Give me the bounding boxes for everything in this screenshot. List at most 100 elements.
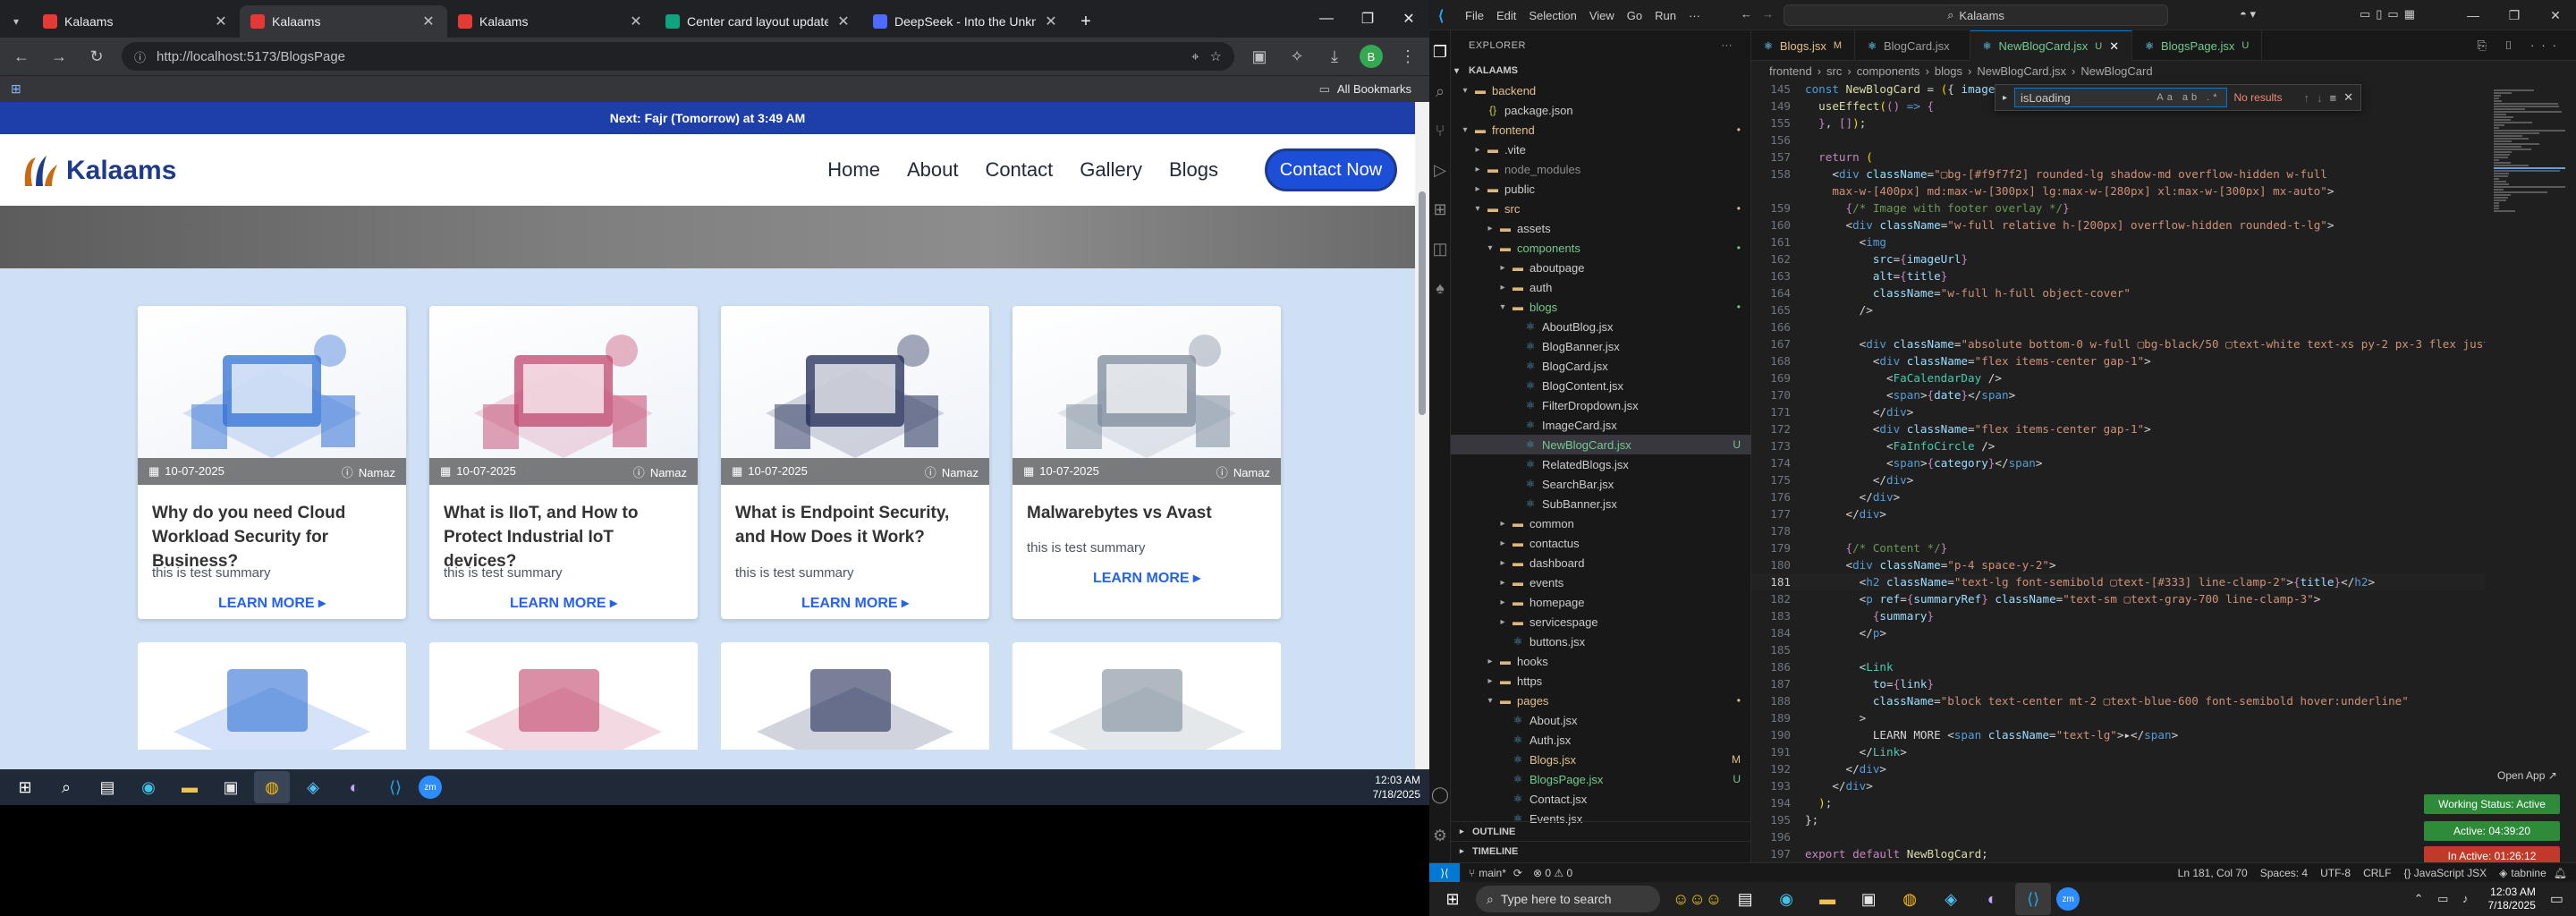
notification-center-icon[interactable]: ▭: [2550, 890, 2563, 908]
code-editor[interactable]: 145const NewBlogCard = ({ imageUrl, titl…: [1751, 81, 2485, 862]
explorer-item[interactable]: ⚛ AboutBlog.jsx: [1451, 317, 1751, 336]
system-tray-icons[interactable]: ⌃ ▭ ♪: [2414, 892, 2474, 906]
location-icon[interactable]: ⌖: [1191, 49, 1199, 64]
file-explorer-icon[interactable]: ▬: [172, 771, 208, 803]
site-info-icon[interactable]: ⓘ: [134, 48, 146, 65]
file-explorer-icon[interactable]: ▬: [1809, 883, 1845, 915]
task-view-icon[interactable]: ▤: [1727, 883, 1763, 915]
chevron-right-icon[interactable]: ▸: [2003, 93, 2007, 103]
accounts-icon[interactable]: ◯: [1429, 784, 1451, 805]
windows-start-icon[interactable]: ⊞: [7, 771, 43, 803]
sync-icon[interactable]: ⟳: [1513, 867, 1522, 879]
find-in-selection-icon[interactable]: ≡: [2330, 91, 2337, 105]
explorer-item[interactable]: ▸ ▬ aboutpage: [1451, 258, 1751, 277]
run-debug-icon[interactable]: ▷: [1429, 159, 1451, 181]
learn-more-link[interactable]: LEARN MORE ▸: [1013, 569, 1281, 587]
nav-blogs[interactable]: Blogs: [1169, 158, 1218, 182]
explorer-item[interactable]: ▾ ▬ src •: [1451, 199, 1751, 218]
taskbar-search-box[interactable]: ⌕ Type here to search: [1476, 886, 1660, 912]
outline-section[interactable]: ▸ OUTLINE: [1451, 821, 1751, 841]
explorer-item[interactable]: ▸ ▬ .vite: [1451, 140, 1751, 159]
breadcrumb-item[interactable]: NewBlogCard: [2080, 64, 2152, 78]
maximize-icon[interactable]: ❐: [2494, 0, 2535, 30]
explorer-item[interactable]: ▸ ▬ hooks: [1451, 651, 1751, 671]
minimap[interactable]: [2490, 81, 2571, 862]
task-view-icon[interactable]: ▤: [89, 771, 125, 803]
copilot-icon[interactable]: ◓ ▾: [2240, 7, 2256, 21]
editor-tab[interactable]: ⚛ NewBlogCard.jsx U ✕: [1970, 30, 2133, 61]
explorer-item[interactable]: ⚛ NewBlogCard.jsx U: [1451, 435, 1751, 454]
nav-contact[interactable]: Contact: [985, 158, 1053, 182]
app-icon[interactable]: ◈: [1933, 883, 1969, 915]
notifications-bell-icon[interactable]: 🔔︎: [2554, 867, 2567, 879]
tab-close-icon[interactable]: ✕: [628, 13, 644, 30]
explorer-item[interactable]: ▸ ▬ common: [1451, 513, 1751, 533]
nav-home[interactable]: Home: [827, 158, 880, 182]
zoom-icon[interactable]: zm: [419, 776, 442, 799]
explorer-item[interactable]: ⚛ BlogContent.jsx: [1451, 376, 1751, 395]
explorer-item[interactable]: ⚛ BlogCard.jsx: [1451, 356, 1751, 376]
blog-card-partial[interactable]: [138, 642, 406, 750]
breadcrumb-item[interactable]: components: [1857, 64, 1920, 78]
learn-more-link[interactable]: LEARN MORE ▸: [429, 594, 698, 612]
scrollbar-thumb[interactable]: [1419, 191, 1426, 415]
tab-close-icon[interactable]: ✕: [1043, 13, 1059, 30]
minimize-icon[interactable]: —: [2453, 0, 2494, 30]
breadcrumb-item[interactable]: NewBlogCard.jsx: [1977, 64, 2066, 78]
browser-tab[interactable]: DeepSeek - Into the Unknown ✕: [862, 5, 1070, 38]
extensions-icon[interactable]: ⊞: [1429, 199, 1451, 220]
learn-more-link[interactable]: LEARN MORE ▸: [138, 594, 406, 612]
explorer-item[interactable]: ⚛ Contact.jsx: [1451, 789, 1751, 809]
minimize-icon[interactable]: —: [1306, 0, 1347, 38]
encoding[interactable]: UTF-8: [2320, 867, 2351, 879]
editor-tab[interactable]: ⚛ BlogCard.jsx: [1855, 30, 1970, 61]
menu-item[interactable]: ···: [1689, 9, 1700, 22]
browser-tab[interactable]: Kalaams ✕: [447, 5, 655, 38]
breadcrumb-item[interactable]: src: [1826, 64, 1842, 78]
explorer-item[interactable]: ⚛ FilterDropdown.jsx: [1451, 395, 1751, 415]
windows-start-icon[interactable]: ⊞: [1435, 883, 1470, 915]
explorer-item[interactable]: ▾ ▬ frontend •: [1451, 120, 1751, 140]
explorer-item[interactable]: {} package.json: [1451, 100, 1751, 120]
learn-more-link[interactable]: LEARN MORE ▸: [721, 594, 989, 612]
previous-match-icon[interactable]: ↑: [2304, 91, 2310, 105]
nav-back-icon[interactable]: ←: [1741, 7, 1752, 21]
explorer-item[interactable]: ▾ ▬ pages •: [1451, 691, 1751, 710]
extensions-puzzle-icon[interactable]: ✧: [1284, 47, 1309, 66]
nav-forward-icon[interactable]: →: [1762, 7, 1774, 21]
menu-item[interactable]: File: [1465, 9, 1484, 22]
tab-close-icon[interactable]: ✕: [420, 13, 436, 30]
breadcrumb-item[interactable]: frontend: [1769, 64, 1812, 78]
github-icon[interactable]: ◐: [1974, 883, 2010, 915]
app-icon[interactable]: ◈: [295, 771, 331, 803]
blog-card-partial[interactable]: [1013, 642, 1281, 750]
explorer-item[interactable]: ▸ ▬ events: [1451, 572, 1751, 592]
apps-grid-icon[interactable]: ⊞: [11, 81, 21, 97]
editor-tab[interactable]: ⚛ Blogs.jsx M: [1751, 30, 1856, 61]
all-bookmarks-link[interactable]: All Bookmarks: [1337, 82, 1411, 96]
explorer-item[interactable]: ▸ ▬ public: [1451, 179, 1751, 199]
remote-explorer-icon[interactable]: ◫: [1429, 238, 1451, 259]
clock[interactable]: 12:03 AM 7/18/2025: [1373, 769, 1420, 805]
tab-close-icon[interactable]: ✕: [213, 13, 229, 30]
blog-card-partial[interactable]: [429, 642, 698, 750]
chrome-icon[interactable]: ◍: [1892, 883, 1928, 915]
editor-scrollbar[interactable]: [2571, 81, 2576, 862]
workspace-header[interactable]: ▾ KALAAMS: [1451, 61, 1751, 81]
settings-gear-icon[interactable]: ⚙: [1429, 825, 1451, 846]
close-icon[interactable]: ✕: [2535, 0, 2576, 30]
site-logo[interactable]: Kalaams: [20, 152, 176, 190]
explorer-item[interactable]: ⚛ About.jsx: [1451, 710, 1751, 730]
vscode-icon[interactable]: ⟨⟩: [2015, 883, 2052, 915]
menu-item[interactable]: View: [1589, 9, 1614, 22]
command-center-search[interactable]: ⌕ Kalaams: [1784, 4, 2168, 26]
clock[interactable]: 12:03 AM 7/18/2025: [2487, 886, 2535, 912]
explorer-item[interactable]: ▸ ▬ contactus: [1451, 533, 1751, 553]
explorer-item[interactable]: ⚛ BlogsPage.jsx U: [1451, 769, 1751, 789]
browser-tab[interactable]: Center card layout update ✕: [655, 5, 862, 38]
more-actions-icon[interactable]: ···: [1722, 40, 1733, 51]
blog-card-partial[interactable]: [721, 642, 989, 750]
explorer-item[interactable]: ▾ ▬ backend: [1451, 81, 1751, 100]
chrome-icon[interactable]: ◍: [254, 771, 290, 803]
menu-item[interactable]: Edit: [1496, 9, 1516, 22]
